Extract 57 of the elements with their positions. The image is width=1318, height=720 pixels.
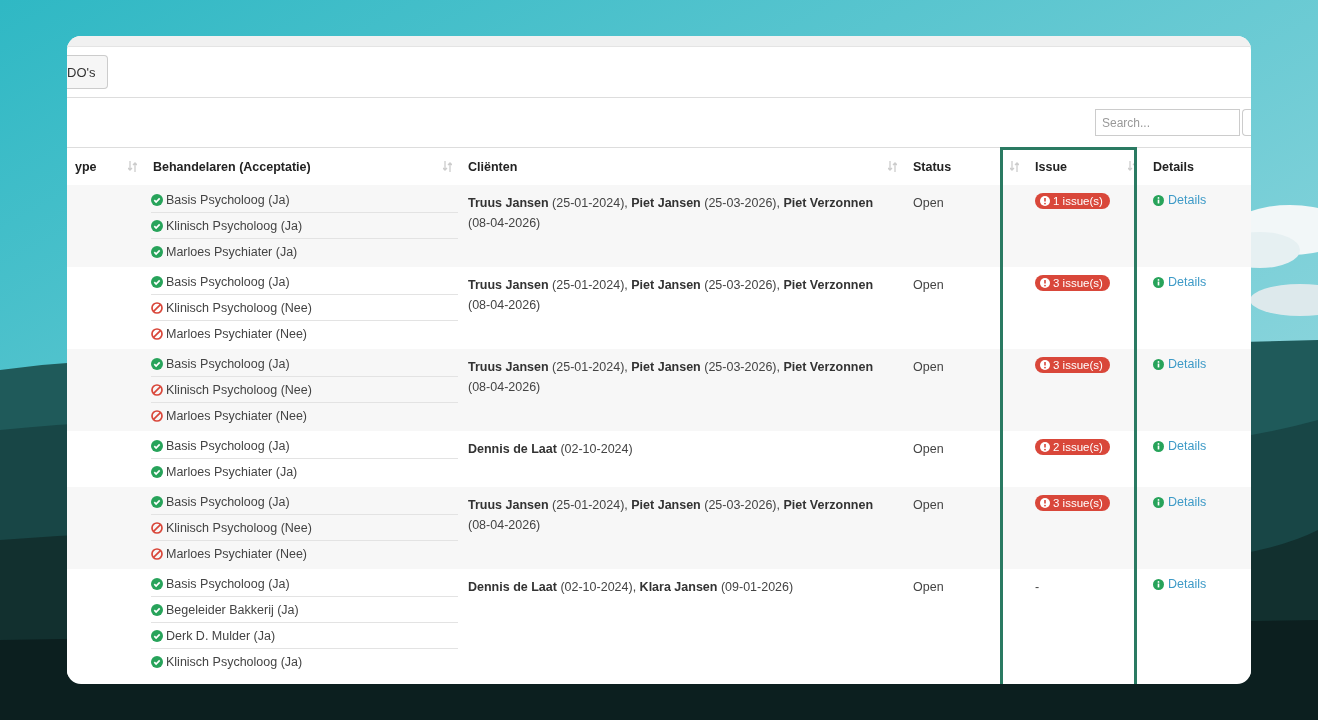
practitioner-label: Basis Psycholoog (Ja) xyxy=(166,494,290,509)
practitioner-label: Klinisch Psycholoog (Nee) xyxy=(166,300,312,315)
issue-badge: 2 issue(s) xyxy=(1035,439,1110,455)
issue-badge: 1 issue(s) xyxy=(1035,193,1110,209)
exclamation-icon xyxy=(1040,278,1050,288)
practitioner-label: Basis Psycholoog (Ja) xyxy=(166,438,290,453)
clients-text: Dennis de Laat (02-10-2024) xyxy=(468,441,634,458)
status-text: Open xyxy=(913,580,944,594)
status-text: Open xyxy=(913,360,944,374)
practitioner-label: Basis Psycholoog (Ja) xyxy=(166,576,290,591)
search-field[interactable]: Search... xyxy=(1095,109,1240,136)
practitioner-label: Basis Psycholoog (Ja) xyxy=(166,356,290,371)
exclamation-icon xyxy=(1040,196,1050,206)
info-icon xyxy=(1153,578,1164,590)
column-header[interactable]: Cliënten xyxy=(468,159,518,174)
info-icon xyxy=(1153,358,1164,370)
issue-badge: 3 issue(s) xyxy=(1035,495,1110,511)
search-button[interactable] xyxy=(1242,109,1251,136)
practitioner-label: Begeleider Bakkerij (Ja) xyxy=(166,602,299,617)
status-text: Open xyxy=(913,196,944,210)
practitioner-label: Marloes Psychiater (Ja) xyxy=(166,464,298,479)
column-header[interactable]: Status xyxy=(913,159,952,174)
practitioner-label: Derk D. Mulder (Ja) xyxy=(166,628,276,643)
info-icon xyxy=(1153,440,1164,452)
info-icon xyxy=(1153,496,1164,508)
clients-text: Truus Jansen (25-01-2024), Piet Jansen (25-03-2026), Piet Verzonnen (08-04-2026) xyxy=(468,277,875,314)
clients-text: Truus Jansen (25-01-2024), Piet Jansen (25-03-2026), Piet Verzonnen (08-04-2026) xyxy=(468,497,875,534)
practitioner-label: Klinisch Psycholoog (Ja) xyxy=(166,654,303,669)
clients-text: Dennis de Laat (02-10-2024), Klara Jansen (09-01-2026) xyxy=(468,579,795,596)
sort-icon[interactable] xyxy=(1128,161,1137,172)
info-icon xyxy=(1153,276,1164,288)
column-header[interactable]: Issue xyxy=(1035,159,1067,174)
clients-text: Truus Jansen (25-01-2024), Piet Jansen (25-03-2026), Piet Verzonnen (08-04-2026) xyxy=(468,359,875,396)
practitioner-label: Basis Psycholoog (Ja) xyxy=(166,274,290,289)
dos-button[interactable]: DO's xyxy=(67,55,109,89)
column-header[interactable]: Behandelaren (Acceptatie) xyxy=(153,159,311,174)
status-text: Open xyxy=(913,498,944,512)
practitioner-label: Klinisch Psycholoog (Ja) xyxy=(166,218,303,233)
practitioner-label: Marloes Psychiater (Nee) xyxy=(166,326,307,341)
practitioner-label: Marloes Psychiater (Nee) xyxy=(166,408,307,423)
exclamation-icon xyxy=(1040,360,1050,370)
exclamation-icon xyxy=(1040,498,1050,508)
clients-text: Truus Jansen (25-01-2024), Piet Jansen (25-03-2026), Piet Verzonnen (08-04-2026) xyxy=(468,195,875,232)
column-header[interactable]: ype xyxy=(75,159,97,174)
status-text: Open xyxy=(913,442,944,456)
exclamation-icon xyxy=(1040,442,1050,452)
practitioner-label: Marloes Psychiater (Nee) xyxy=(166,546,307,561)
practitioner-label: Basis Psycholoog (Ja) xyxy=(166,192,290,207)
status-text: Open xyxy=(913,278,944,292)
issue-badge: 3 issue(s) xyxy=(1035,275,1110,291)
empty-issue-text: - xyxy=(1035,580,1040,594)
issue-badge: 3 issue(s) xyxy=(1035,357,1110,373)
practitioner-label: Klinisch Psycholoog (Nee) xyxy=(166,382,312,397)
column-header[interactable]: Details xyxy=(1153,159,1194,174)
practitioner-label: Klinisch Psycholoog (Nee) xyxy=(166,520,312,535)
info-icon xyxy=(1153,194,1164,206)
practitioner-label: Marloes Psychiater (Ja) xyxy=(166,244,298,259)
